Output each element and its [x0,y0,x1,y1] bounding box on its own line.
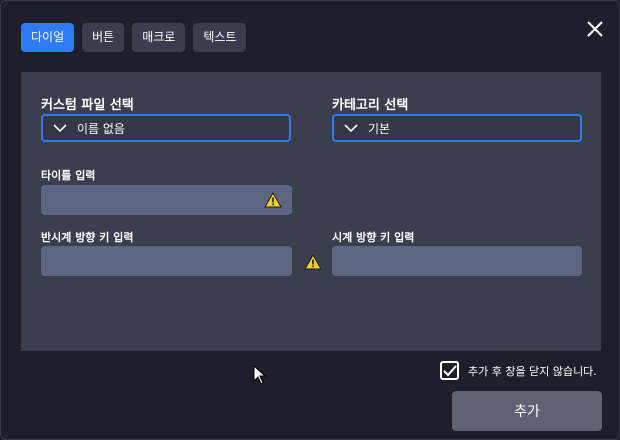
keep-open-label: 추가 후 창을 닫지 않습니다. [468,364,597,378]
keep-open-option[interactable]: 추가 후 창을 닫지 않습니다. [440,361,597,380]
warning-icon [304,253,322,270]
chevron-down-icon [344,124,358,133]
ccw-key-input[interactable] [41,246,292,276]
checkmark-icon [442,364,457,376]
tab-text[interactable]: 텍스트 [193,23,247,52]
mouse-cursor-icon [253,365,267,385]
custom-file-select[interactable]: 이름 없음 [41,114,291,142]
category-value: 기본 [368,121,391,136]
close-icon [587,21,603,37]
cw-key-label: 시계 방향 키 입력 [332,231,415,244]
title-label: 타이틀 입력 [41,169,96,182]
cw-key-input[interactable] [332,246,582,276]
tab-button[interactable]: 버튼 [82,23,125,52]
dialog-window: 다이얼 버튼 매크로 텍스트 커스텀 파일 선택 이름 없음 카테고리 선택 기… [0,0,620,440]
ccw-key-label: 반시계 방향 키 입력 [41,231,134,244]
title-warning [264,191,282,208]
tab-dial[interactable]: 다이얼 [21,23,75,52]
category-label: 카테고리 선택 [332,98,409,113]
title-input[interactable] [41,185,292,215]
category-select[interactable]: 기본 [332,114,582,142]
custom-file-label: 커스텀 파일 선택 [41,98,134,113]
warning-icon [264,191,282,208]
custom-file-value: 이름 없음 [77,121,125,136]
form-panel: 커스텀 파일 선택 이름 없음 카테고리 선택 기본 타이틀 입력 반시계 방향… [21,72,601,351]
key-warning [304,253,322,270]
chevron-down-icon [53,124,67,133]
close-button[interactable] [584,18,606,40]
tab-bar: 다이얼 버튼 매크로 텍스트 [21,23,247,52]
add-button[interactable]: 추가 [452,391,602,431]
tab-macro[interactable]: 매크로 [132,23,186,52]
keep-open-checkbox[interactable] [440,361,459,380]
